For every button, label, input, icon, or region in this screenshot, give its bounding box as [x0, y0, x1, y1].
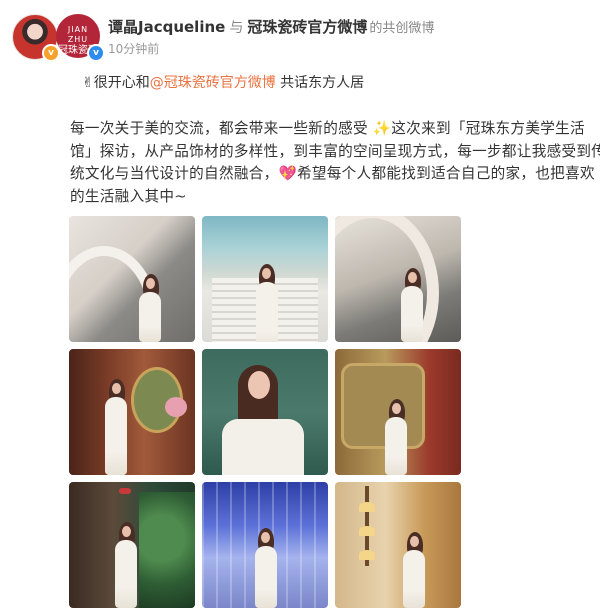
coauthor-separator: 与: [229, 20, 244, 36]
body-line: 的生活融入其中~: [70, 187, 187, 205]
author-line: 谭晶Jacqueline 与冠珠瓷砖官方微博 的共创微博: [108, 16, 434, 37]
body-line: 每一次关于美的交流，都会带来一些新的感受 ✨这次来到「冠珠东方美学生活: [70, 120, 585, 137]
photo-8-blue-lights[interactable]: [202, 482, 328, 608]
body-line: 馆」探访，从产品饰材的多样性，到丰富的空间呈现方式，每一步都让我感受到传: [70, 142, 600, 160]
intro-suffix: 共话东方人居: [275, 75, 365, 91]
avatar-group[interactable]: JIAN ZHU 冠珠瓷砖 v v: [12, 14, 105, 62]
intro-prefix: ✌很开心和: [82, 75, 150, 91]
post-body: 每一次关于美的交流，都会带来一些新的感受 ✨这次来到「冠珠东方美学生活 馆」探访…: [70, 118, 600, 208]
post-intro-line: ✌很开心和@冠珠瓷砖官方微博 共话东方人居: [82, 72, 364, 94]
photo-5-green-wall-portrait[interactable]: [202, 349, 328, 475]
photo-7-garden-room[interactable]: [69, 482, 195, 608]
photo-6-golden-screen[interactable]: [335, 349, 461, 475]
photo-9-golden-lamps[interactable]: [335, 482, 461, 608]
post-timestamp[interactable]: 10分钟前: [108, 40, 159, 57]
photo-grid: [69, 216, 461, 608]
body-line: 统文化与当代设计的自然融合，💖希望每个人都能找到适合自己的家，也把喜欢: [70, 165, 595, 182]
cocreate-label: 的共创微博: [369, 21, 435, 36]
post-header: JIAN ZHU 冠珠瓷砖 v v 谭晶Jacqueline 与冠珠瓷砖官方微博的…: [0, 0, 600, 62]
brand-avatar-text: JIAN ZHU: [67, 25, 89, 44]
photo-4-wood-panel-room[interactable]: [69, 349, 195, 475]
mention-link[interactable]: @冠珠瓷砖官方微博: [150, 75, 276, 91]
coauthor-name[interactable]: 冠珠瓷砖官方微博: [247, 18, 367, 36]
verified-orange-icon: v: [42, 44, 60, 62]
photo-1-spiral-staircase[interactable]: [69, 216, 195, 342]
photo-3-spiral-staircase[interactable]: [335, 216, 461, 342]
photo-2-grand-staircase[interactable]: [202, 216, 328, 342]
author-name[interactable]: 谭晶Jacqueline: [108, 18, 225, 36]
verified-blue-icon: v: [87, 44, 105, 62]
